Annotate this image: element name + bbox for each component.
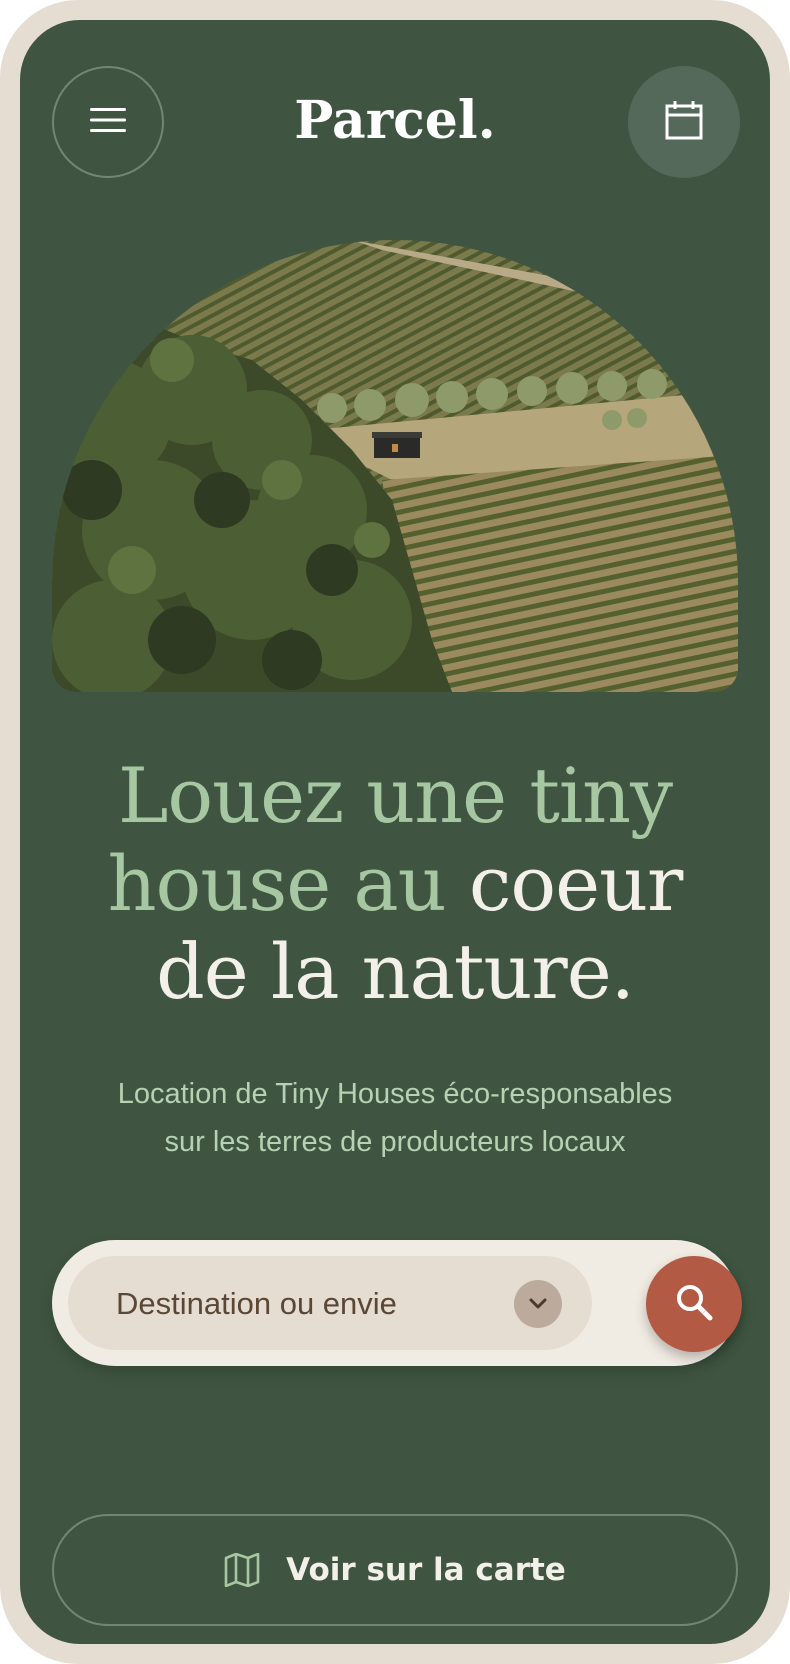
headline-line-2-green: house au (107, 839, 469, 928)
destination-label: Destination ou envie (116, 1286, 397, 1321)
calendar-button[interactable] (628, 66, 740, 178)
hero-subtitle: Location de Tiny Houses éco-responsables… (80, 1070, 710, 1166)
app-screen: Parcel. Louez une tiny house au coeur de… (20, 20, 770, 1644)
view-map-label: Voir sur la carte (286, 1552, 566, 1588)
hero-headline: Louez une tiny house au coeur de la natu… (20, 752, 770, 1016)
subtitle-line-1: Location de Tiny Houses éco-responsables (117, 1078, 673, 1110)
search-button[interactable] (646, 1256, 742, 1352)
headline-line-2-white: coeur (468, 839, 684, 928)
subtitle-line-2: sur les terres de producteurs locaux (164, 1126, 626, 1158)
headline-line-2: house au coeur (20, 840, 770, 928)
headline-line-1: Louez une tiny (117, 751, 673, 840)
search-bar: Destination ou envie (52, 1240, 742, 1366)
device-frame: Parcel. Louez une tiny house au coeur de… (0, 0, 790, 1664)
chevron-down-icon (514, 1280, 562, 1328)
search-icon (674, 1282, 714, 1327)
destination-select[interactable]: Destination ou envie (68, 1256, 592, 1350)
calendar-icon (665, 100, 703, 145)
headline-line-3: de la nature. (156, 927, 635, 1016)
view-map-button[interactable]: Voir sur la carte (52, 1514, 738, 1626)
hero-image (52, 240, 738, 692)
map-icon (224, 1553, 260, 1587)
